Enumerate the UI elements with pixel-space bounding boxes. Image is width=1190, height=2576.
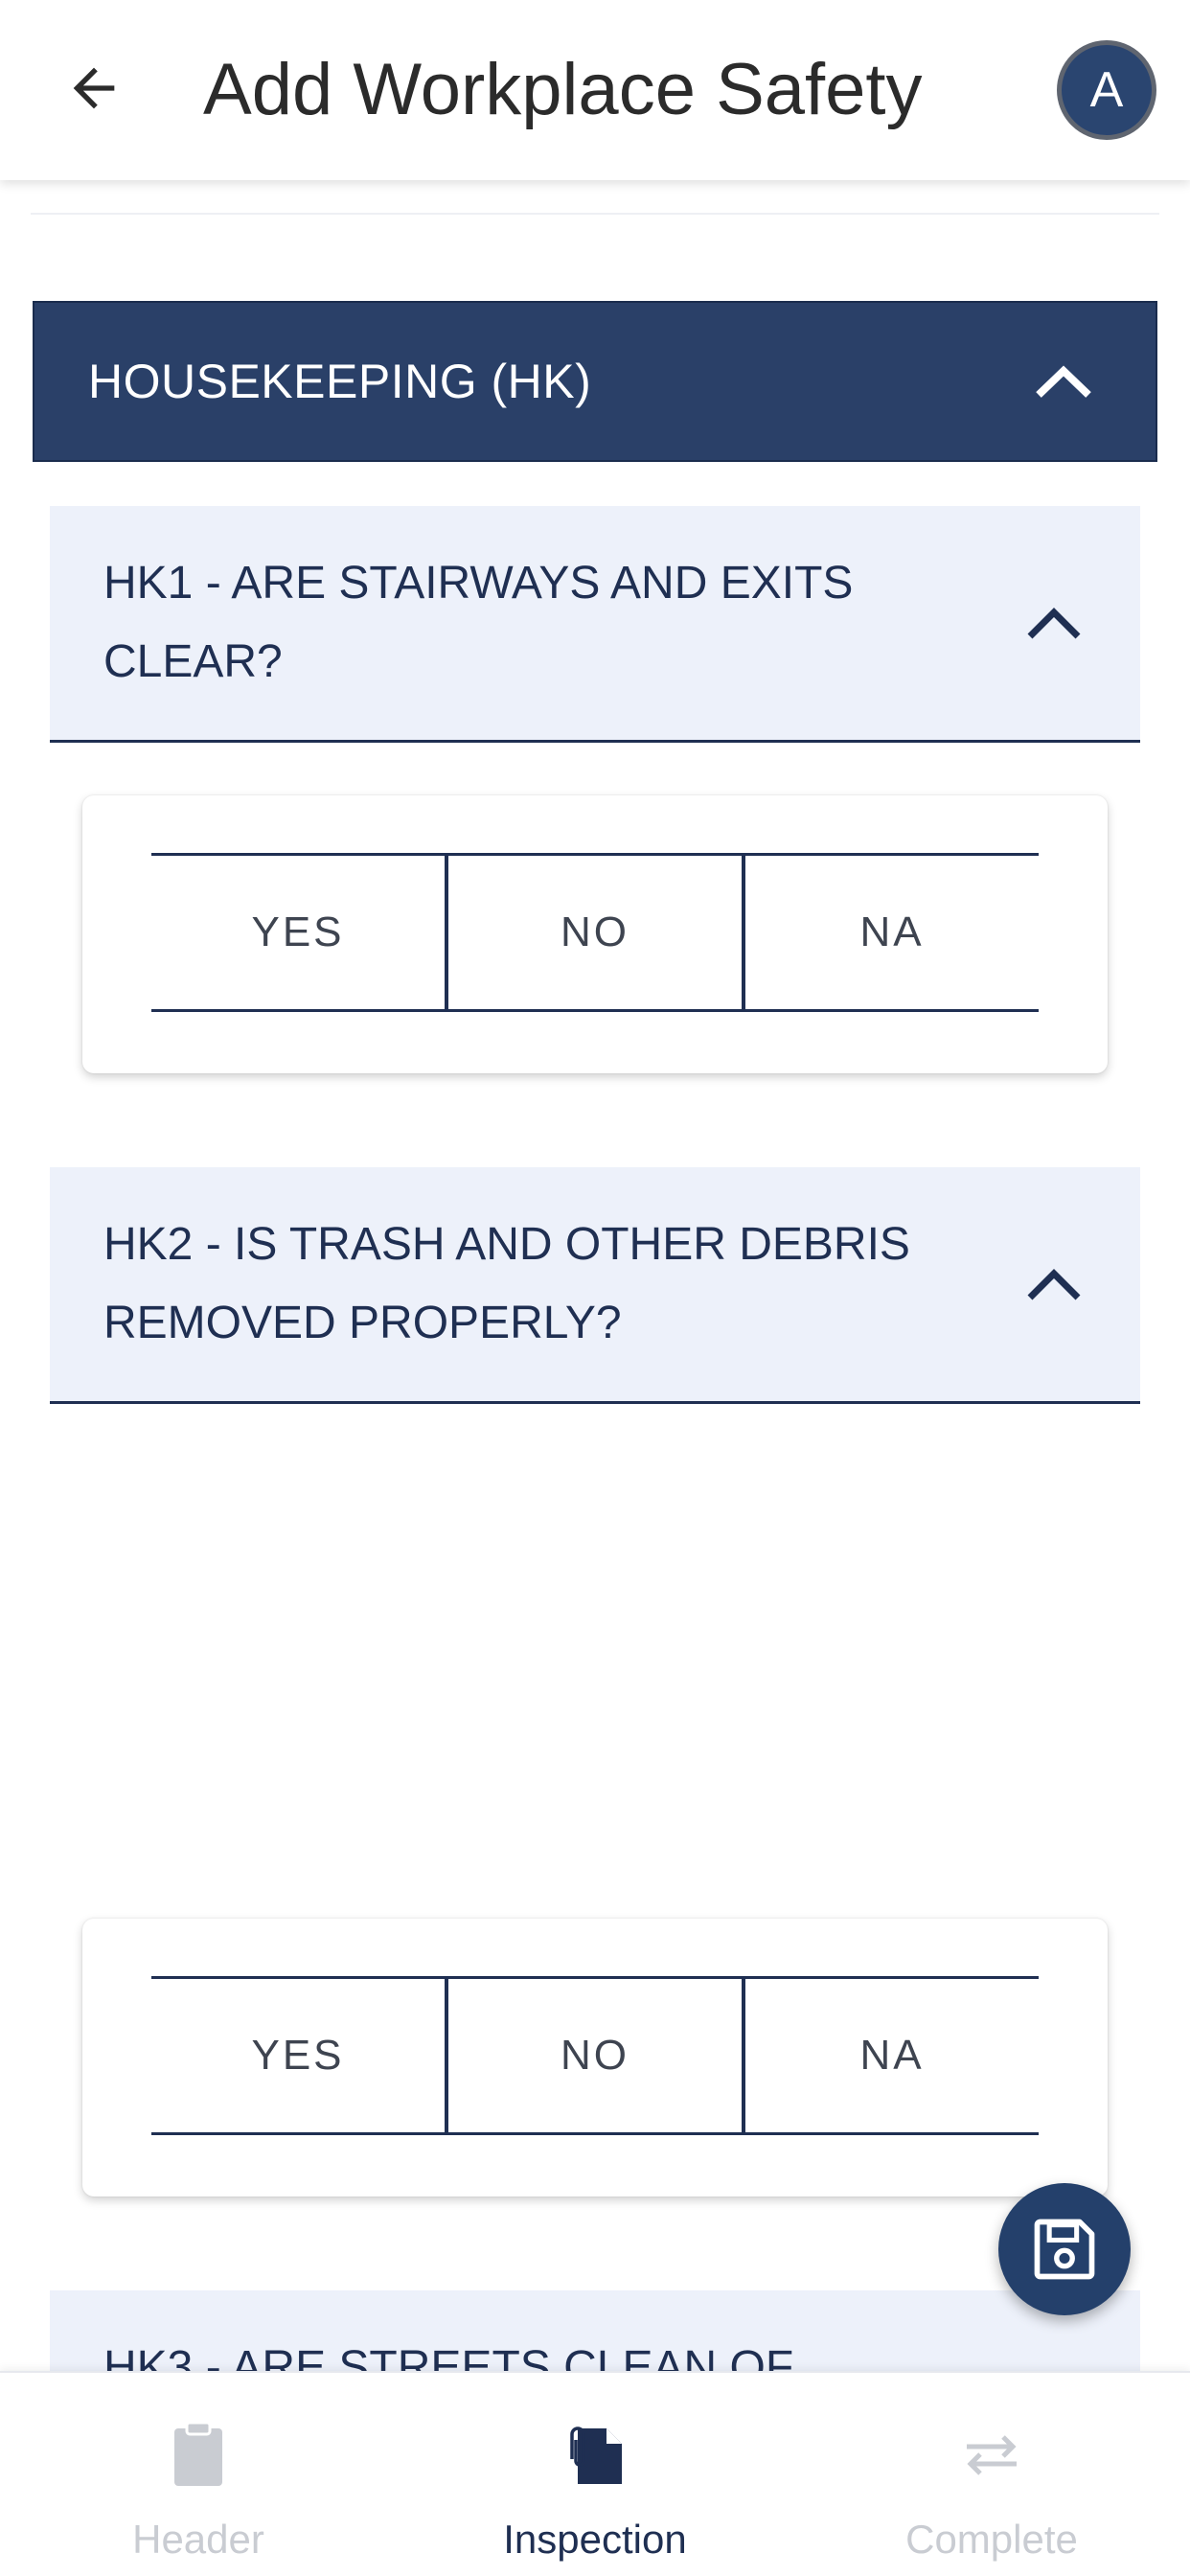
arrow-left-icon	[73, 67, 115, 109]
nav-label: Header	[132, 2517, 264, 2562]
save-button[interactable]	[998, 2183, 1131, 2315]
answer-toggle-group: YES NO NA	[151, 853, 1039, 1012]
section-header-housekeeping[interactable]: HOUSEKEEPING (HK)	[33, 301, 1157, 462]
question-title: HK1 - ARE STAIRWAYS AND EXITS CLEAR?	[103, 558, 854, 687]
swap-icon	[967, 2435, 1017, 2475]
chevron-up-icon	[1036, 365, 1091, 398]
question-header-hk1[interactable]: HK1 - ARE STAIRWAYS AND EXITS CLEAR?	[50, 506, 1140, 743]
na-button[interactable]: NA	[742, 1979, 1039, 2132]
top-app-bar: Add Workplace Safety A	[0, 0, 1190, 180]
bottom-navigation: Header Inspection Complete	[0, 2371, 1190, 2576]
avatar[interactable]: A	[1057, 40, 1156, 140]
answer-card-hk1: YES NO NA	[82, 795, 1108, 1073]
answer-toggle-group: YES NO NA	[151, 1976, 1039, 2135]
question-header-hk2[interactable]: HK2 - IS TRASH AND OTHER DEBRIS REMOVED …	[50, 1167, 1140, 1404]
question-title: HK2 - IS TRASH AND OTHER DEBRIS REMOVED …	[103, 1219, 910, 1348]
nav-label: Complete	[905, 2517, 1078, 2562]
nav-item-header[interactable]: Header	[0, 2373, 397, 2576]
yes-button[interactable]: YES	[151, 1979, 445, 2132]
na-button[interactable]: NA	[742, 856, 1039, 1009]
nav-item-inspection[interactable]: Inspection	[397, 2373, 793, 2576]
no-button[interactable]: NO	[445, 856, 742, 1009]
yes-button[interactable]: YES	[151, 856, 445, 1009]
clipboard-icon	[174, 2421, 222, 2486]
divider	[31, 213, 1159, 215]
no-button[interactable]: NO	[445, 1979, 742, 2132]
chevron-up-icon	[1027, 1269, 1081, 1300]
nav-label: Inspection	[503, 2517, 687, 2562]
section-title: HOUSEKEEPING (HK)	[88, 355, 592, 408]
page-title: Add Workplace Safety	[203, 49, 923, 130]
answer-card-hk2: YES NO NA	[82, 1919, 1108, 2196]
nav-item-complete[interactable]: Complete	[793, 2373, 1190, 2576]
back-button[interactable]	[48, 42, 140, 134]
inspection-icon	[570, 2426, 622, 2484]
floppy-disk-icon	[1034, 2219, 1095, 2280]
chevron-up-icon	[1027, 608, 1081, 639]
